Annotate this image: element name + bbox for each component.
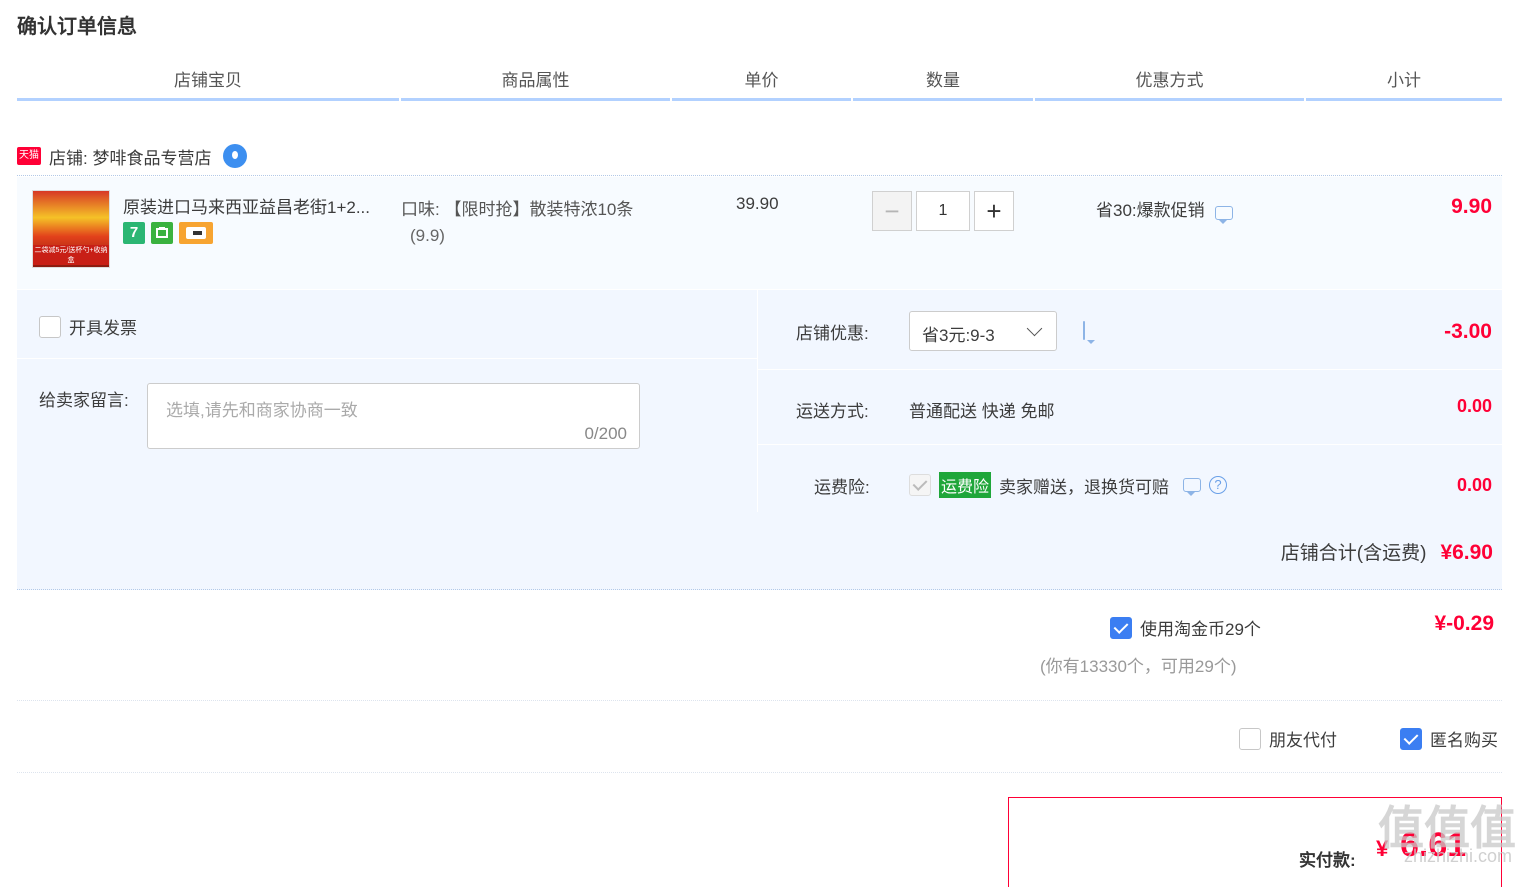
item-attribute-flavor: 口味: 【限时抢】散装特浓10条 — [401, 200, 634, 219]
shop-discount-select[interactable]: 省3元:9-3 — [909, 311, 1057, 351]
shop-line: 天猫 店铺: 梦啡食品专营店 — [17, 142, 248, 170]
invoice-checkbox[interactable] — [39, 315, 61, 338]
quantity-decrease-button[interactable]: − — [872, 191, 912, 231]
wangwang-chat-icon[interactable] — [223, 144, 248, 168]
anonymous-label: 匿名购买 — [1430, 731, 1498, 750]
coins-option[interactable]: 使用淘金币29个 — [1110, 615, 1261, 640]
shipping-amount: 0.00 — [1456, 396, 1492, 416]
insurance-option: 运费险 卖家赠送，退换货可赔 ? — [909, 472, 1228, 498]
chevron-down-icon — [1026, 320, 1043, 337]
promo: 省30:爆款促销 — [1096, 196, 1233, 224]
friend-pay-option[interactable]: 朋友代付 — [1239, 726, 1337, 751]
card-pay-icon[interactable] — [179, 222, 213, 244]
insurance-message-icon[interactable] — [1183, 478, 1202, 496]
divider — [17, 772, 1502, 773]
friend-pay-checkbox[interactable] — [1239, 727, 1261, 750]
shop-total-amount: ¥6.90 — [1440, 541, 1493, 564]
divider — [17, 175, 1502, 176]
insurance-checkbox — [909, 474, 931, 496]
page-title: 确认订单信息 — [17, 16, 137, 38]
shipping-label: 运送方式: — [796, 402, 869, 421]
memo-label: 给卖家留言: — [39, 391, 129, 410]
shop-total-row — [17, 512, 1502, 590]
seven-day-return-icon[interactable]: 7 — [123, 222, 145, 244]
shop-total-label: 店铺合计(含运费) — [1280, 543, 1427, 564]
quantity-input[interactable]: 1 — [916, 191, 970, 231]
tmall-badge: 天猫 — [17, 147, 41, 165]
quantity-increase-button[interactable]: + — [974, 191, 1014, 231]
help-icon[interactable]: ? — [1209, 476, 1228, 494]
divider — [17, 700, 1502, 701]
promo-text: 省30:爆款促销 — [1096, 201, 1205, 220]
item-attribute-price-note: (9.9) — [410, 226, 445, 245]
service-icons: 7 — [123, 222, 213, 244]
discount-message-icon[interactable] — [1083, 321, 1085, 340]
insurance-label: 运费险: — [814, 478, 870, 497]
insurance-badge: 运费险 — [939, 472, 992, 498]
anonymous-option[interactable]: 匿名购买 — [1400, 726, 1498, 751]
column-header-discount: 优惠方式 — [1035, 68, 1304, 101]
memo-placeholder: 选填,请先和商家协商一致 — [166, 401, 358, 420]
item-thumbnail[interactable]: 二袋减5元/送杯勺+收纳盒 — [32, 190, 110, 268]
divider — [17, 358, 757, 359]
shop-total: 店铺合计(含运费) ¥6.90 — [1281, 538, 1493, 565]
column-header-subtotal: 小计 — [1306, 68, 1502, 101]
guarantee-icon[interactable] — [151, 222, 173, 244]
shipping-value: 普通配送 快递 免邮 — [909, 402, 1055, 421]
anonymous-checkbox[interactable] — [1400, 727, 1422, 750]
column-header-quantity: 数量 — [853, 68, 1033, 101]
divider — [758, 444, 1502, 445]
promo-message-icon[interactable] — [1214, 205, 1233, 224]
shop-name[interactable]: 店铺: 梦啡食品专营店 — [49, 144, 211, 169]
coins-note: (你有13330个，可用29个) — [1040, 657, 1237, 676]
unit-price: 39.90 — [736, 194, 779, 213]
thumbnail-caption: 二袋减5元/送杯勺+收纳盒 — [33, 245, 109, 265]
item-title-link[interactable]: 原装进口马来西亚益昌老街1+2... — [123, 193, 370, 218]
insurance-amount: 0.00 — [1456, 475, 1492, 495]
invoice-option[interactable]: 开具发票 — [39, 314, 137, 339]
invoice-label: 开具发票 — [69, 319, 137, 338]
coins-amount: ¥-0.29 — [1434, 612, 1494, 635]
memo-char-count: 0/200 — [584, 424, 627, 443]
shop-discount-value: 省3元:9-3 — [922, 326, 995, 345]
memo-textarea[interactable]: 选填,请先和商家协商一致 0/200 — [147, 383, 640, 449]
quantity-stepper: − 1 + — [872, 191, 1014, 231]
coins-label: 使用淘金币29个 — [1140, 620, 1261, 639]
column-header-shop-item: 店铺宝贝 — [17, 68, 399, 101]
insurance-text: 卖家赠送，退换货可赔 — [999, 477, 1170, 497]
item-subtotal: 9.90 — [1451, 195, 1492, 218]
divider — [758, 369, 1502, 370]
coins-checkbox[interactable] — [1110, 616, 1132, 639]
shop-discount-amount: -3.00 — [1444, 320, 1492, 343]
column-header-attributes: 商品属性 — [401, 68, 670, 101]
site-watermark-url: zhizhizhi.com — [1403, 846, 1512, 866]
payment-label: 实付款: — [1299, 851, 1356, 870]
friend-pay-label: 朋友代付 — [1269, 731, 1337, 750]
shop-discount-label: 店铺优惠: — [796, 324, 869, 343]
column-header-unit-price: 单价 — [672, 68, 851, 101]
